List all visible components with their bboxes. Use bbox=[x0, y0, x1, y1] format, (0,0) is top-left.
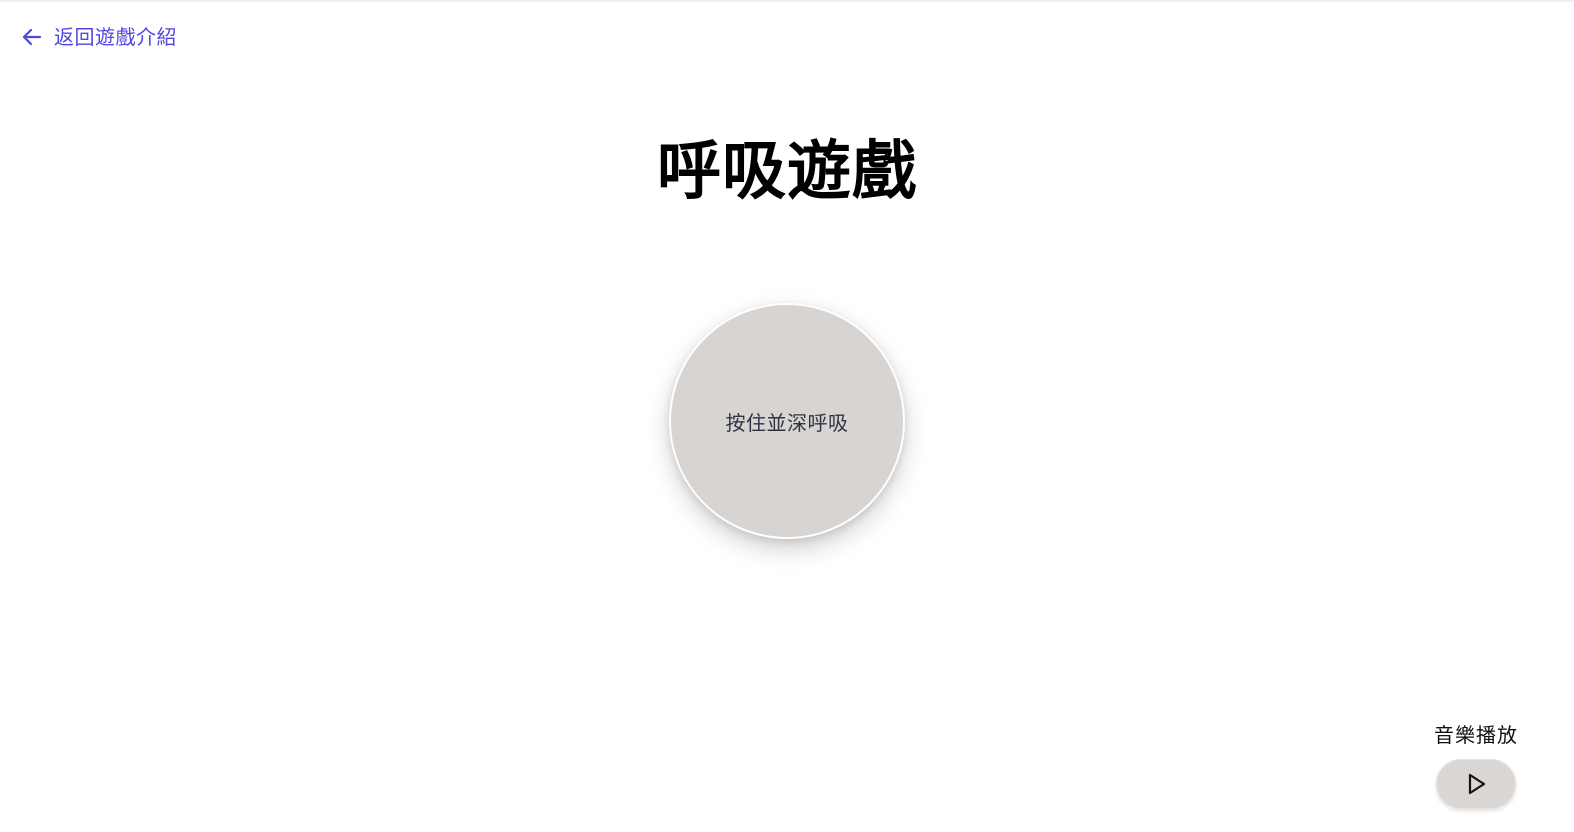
play-icon bbox=[1463, 771, 1489, 797]
hold-to-breathe-button[interactable]: 按住並深呼吸 bbox=[669, 303, 905, 539]
page-title: 呼吸遊戲 bbox=[657, 135, 917, 209]
arrow-left-icon bbox=[20, 25, 44, 49]
breathing-game-page: 返回遊戲介紹 呼吸遊戲 按住並深呼吸 音樂播放 bbox=[0, 0, 1574, 832]
music-playback-label: 音樂播放 bbox=[1434, 723, 1518, 747]
hold-to-breathe-label: 按住並深呼吸 bbox=[725, 410, 849, 435]
back-to-game-intro-link[interactable]: 返回遊戲介紹 bbox=[20, 24, 177, 50]
music-play-button[interactable] bbox=[1436, 759, 1516, 809]
top-divider bbox=[0, 0, 1574, 3]
back-link-label: 返回遊戲介紹 bbox=[54, 25, 177, 49]
